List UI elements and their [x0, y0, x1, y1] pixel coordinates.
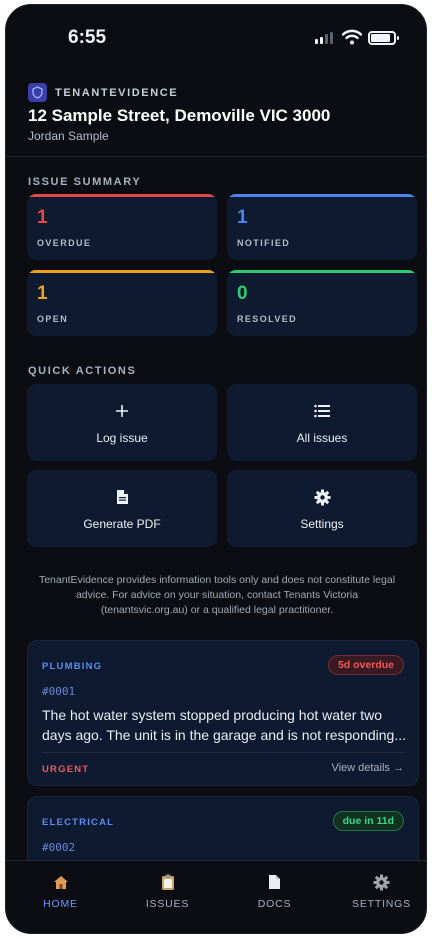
status-badge: due in 11d — [332, 811, 404, 831]
issue-reference: #0002 — [42, 841, 76, 854]
gear-icon — [227, 488, 417, 506]
log-issue-label: Log issue — [96, 431, 148, 445]
home-icon — [8, 873, 113, 891]
all-issues-label: All issues — [296, 431, 348, 445]
legal-disclaimer: TenantEvidence provides information tool… — [38, 574, 396, 616]
priority-label: URGENT — [42, 764, 90, 775]
overdue-label: OVERDUE — [37, 238, 92, 248]
tab-home[interactable]: HOME — [8, 861, 113, 921]
resolved-accent-bar — [227, 270, 417, 273]
app-brand: TENANTEVIDENCE — [28, 83, 178, 102]
status-bar: 6:55 — [6, 5, 426, 65]
issue-description: The hot water system stopped producing h… — [42, 707, 406, 743]
cellular-signal-icon — [315, 32, 333, 44]
shield-logo-icon — [28, 83, 47, 102]
notified-label: NOTIFIED — [237, 238, 291, 248]
plus-icon — [27, 402, 217, 420]
all-issues-button[interactable]: All issues — [227, 384, 417, 461]
open-stat-card[interactable]: 1 OPEN — [27, 270, 217, 336]
status-badge: 5d overdue — [327, 655, 404, 675]
tab-issues[interactable]: ISSUES — [115, 861, 220, 921]
notified-accent-bar — [227, 194, 417, 197]
tab-home-label: HOME — [43, 898, 78, 910]
document-icon — [27, 488, 217, 506]
log-issue-button[interactable]: Log issue — [27, 384, 217, 461]
list-icon — [227, 402, 417, 420]
open-label: OPEN — [37, 314, 69, 324]
open-count: 1 — [37, 283, 48, 304]
file-icon — [222, 873, 327, 891]
overdue-count: 1 — [37, 207, 48, 228]
gear-icon — [329, 873, 426, 891]
issue-summary-heading: ISSUE SUMMARY — [28, 176, 142, 188]
tab-docs-label: DOCS — [257, 898, 292, 910]
tab-settings-label: SETTINGS — [352, 898, 411, 910]
notified-count: 1 — [237, 207, 248, 228]
card-divider — [42, 752, 404, 753]
issue-category: ELECTRICAL — [42, 817, 115, 828]
tab-settings[interactable]: SETTINGS — [329, 861, 426, 921]
brand-name: TENANTEVIDENCE — [55, 86, 179, 99]
generate-pdf-button[interactable]: Generate PDF — [27, 470, 217, 547]
divider — [6, 156, 426, 157]
issue-card[interactable]: PLUMBING 5d overdue #0001 The hot water … — [27, 640, 419, 786]
overdue-stat-card[interactable]: 1 OVERDUE — [27, 194, 217, 260]
resolved-stat-card[interactable]: 0 RESOLVED — [227, 270, 417, 336]
app-screen: 6:55 TENANTEVIDENCE 12 Sample Street, De… — [5, 4, 427, 934]
battery-icon — [368, 31, 399, 45]
wifi-icon — [342, 29, 362, 45]
generate-pdf-label: Generate PDF — [83, 517, 161, 531]
tab-issues-label: ISSUES — [145, 898, 190, 910]
resolved-count: 0 — [237, 283, 248, 304]
settings-button[interactable]: Settings — [227, 470, 417, 547]
issue-category: PLUMBING — [42, 661, 103, 672]
tenant-name: Jordan Sample — [28, 129, 109, 143]
issue-reference: #0001 — [42, 685, 76, 698]
clipboard-icon — [115, 873, 220, 891]
bottom-tab-bar: HOME ISSUES DOCS SETTINGS — [6, 860, 426, 933]
tab-docs[interactable]: DOCS — [222, 861, 327, 921]
resolved-label: RESOLVED — [237, 314, 298, 324]
property-address: 12 Sample Street, Demoville VIC 3000 — [28, 106, 331, 125]
open-accent-bar — [27, 270, 217, 273]
notified-stat-card[interactable]: 1 NOTIFIED — [227, 194, 417, 260]
overdue-accent-bar — [27, 194, 217, 197]
quick-actions-heading: QUICK ACTIONS — [28, 365, 137, 377]
settings-label: Settings — [300, 517, 344, 531]
status-time: 6:55 — [68, 27, 107, 48]
view-details-link[interactable]: View details → — [331, 762, 404, 774]
